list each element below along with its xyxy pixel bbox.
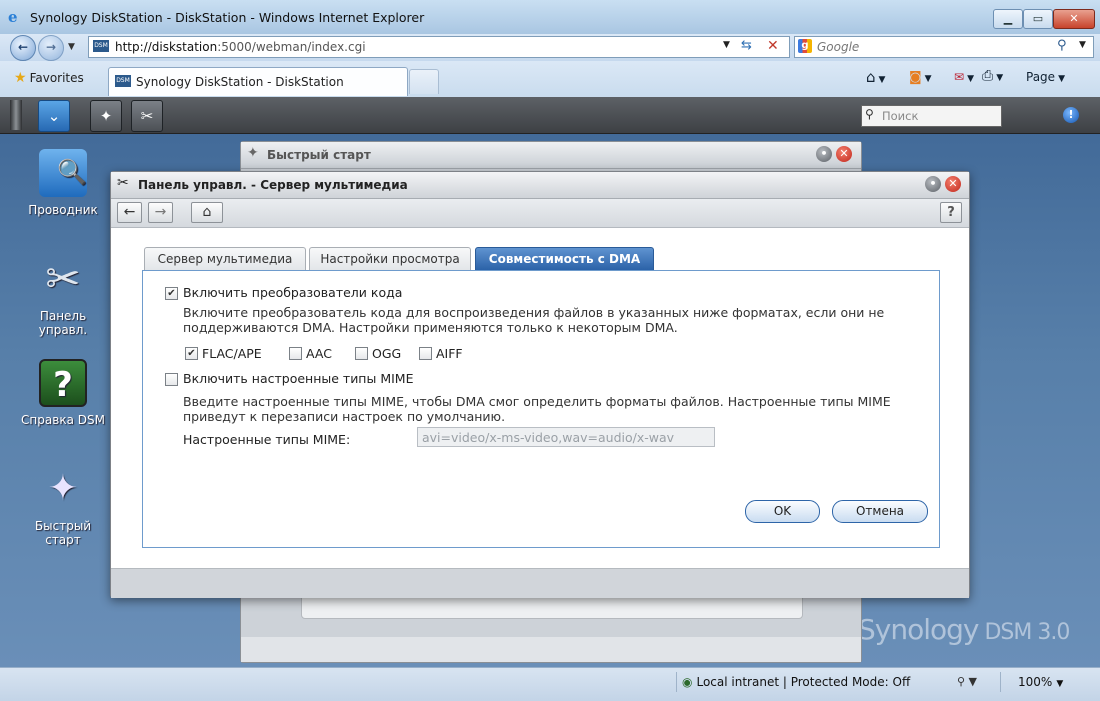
search-icon[interactable]: ⚲ [1057, 38, 1067, 53]
browser-status-bar: ◉ Local intranet | Protected Mode: Off ⚲ … [0, 667, 1100, 701]
quickstart-help-icon[interactable]: • [816, 146, 832, 162]
enable-transcoder-checkbox[interactable]: ✔ [165, 287, 178, 300]
dma-settings-panel: ✔ Включить преобразователи кода Включите… [142, 270, 940, 548]
address-bar[interactable]: DSM http://diskstation:5000/webman/index… [88, 36, 790, 58]
desktop-icon-dsm-help[interactable]: ? Справка DSM [20, 359, 106, 427]
taskbar-grip [10, 100, 22, 130]
main-menu-button[interactable]: ⌄ [38, 100, 70, 132]
magic-wand-icon: ✦ [47, 468, 79, 509]
close-window-button[interactable]: ✕ [1053, 9, 1095, 29]
history-dropdown-icon[interactable]: ▼ [68, 42, 75, 52]
control-panel-taskbar-icon[interactable]: ✂ [131, 100, 163, 132]
format-aac-label: AAC [306, 346, 332, 361]
window-close-icon[interactable]: ✕ [945, 176, 961, 192]
page-menu[interactable]: Page ▼ [1026, 70, 1065, 84]
forward-button[interactable]: → [38, 35, 64, 61]
quickstart-footer [241, 637, 861, 662]
back-arrow-icon[interactable]: ← [117, 202, 142, 223]
ie-logo-icon: e [8, 8, 18, 26]
zoom-level[interactable]: 100% ▼ [1018, 675, 1063, 689]
print-icon[interactable]: ⎙ ▼ [982, 68, 1003, 84]
desktop-icon-control-panel[interactable]: ✂ Панель управл. [20, 254, 106, 338]
control-panel-body: Сервер мультимедиа Настройки просмотра С… [111, 228, 969, 568]
site-favicon-icon: DSM [93, 40, 109, 52]
mail-icon[interactable]: ✉ ▼ [954, 70, 974, 84]
stop-icon[interactable]: ✕ [767, 38, 779, 54]
enable-mime-checkbox[interactable] [165, 373, 178, 386]
browser-nav-bar: ← → ▼ DSM http://diskstation:5000/webman… [0, 34, 1100, 61]
browser-tab-label: Synology DiskStation - DiskStation [136, 75, 344, 89]
dsm-search-input[interactable]: ⚲ Поиск [861, 105, 1002, 127]
transcoder-description: Включите преобразователь кода для воспро… [183, 305, 885, 335]
dsm-search-icon: ⚲ [865, 107, 874, 121]
format-aiff-label: AIFF [436, 346, 463, 361]
browser-title-bar: e Synology DiskStation - DiskStation - W… [0, 0, 1100, 35]
enable-transcoder-label: Включить преобразователи кода [183, 285, 403, 300]
dsm-desktop: ⌄ ✦ ✂ ⚲ Поиск ! Проводник ✂ Панель управ… [0, 97, 1100, 667]
protected-mode-icon[interactable]: ⚲ ▼ [957, 675, 977, 688]
home-icon[interactable]: ⌂ ▼ [866, 68, 885, 86]
mime-types-input[interactable]: avi=video/x-ms-video,wav=audio/x-wav [417, 427, 715, 447]
tab-favicon-icon: DSM [115, 75, 131, 87]
back-button[interactable]: ← [10, 35, 36, 61]
quickstart-wand-icon: ✦ [247, 145, 259, 161]
new-tab-button[interactable] [409, 69, 439, 94]
format-flac-ape-checkbox[interactable]: ✔ [185, 347, 198, 360]
tab-browse-settings[interactable]: Настройки просмотра [309, 247, 471, 270]
quickstart-close-icon[interactable]: ✕ [836, 146, 852, 162]
tools-icon: ✂ [45, 254, 81, 303]
ok-button[interactable]: OK [745, 500, 820, 523]
home-button-icon[interactable]: ⌂ [191, 202, 223, 223]
search-options-dropdown-icon[interactable]: ▼ [1079, 40, 1086, 50]
format-ogg-checkbox[interactable] [355, 347, 368, 360]
control-panel-window: ✂ Панель управл. - Сервер мультимедиа • … [110, 171, 970, 598]
folder-search-icon [39, 149, 87, 197]
refresh-icon[interactable]: ⇆ [741, 38, 752, 53]
favorites-button[interactable]: ★ Favorites [14, 70, 84, 86]
tab-dma-compatibility[interactable]: Совместимость с DMA [475, 247, 654, 270]
feeds-icon[interactable]: ◙ ▼ [909, 70, 932, 85]
status-separator [1000, 672, 1001, 692]
help-book-icon: ? [39, 359, 87, 407]
format-ogg-label: OGG [372, 346, 402, 361]
help-button-icon[interactable]: ? [940, 202, 962, 223]
cancel-button[interactable]: Отмена [832, 500, 928, 523]
format-aiff-checkbox[interactable] [419, 347, 432, 360]
window-title: Панель управл. - Сервер мультимедиа [138, 178, 408, 192]
enable-mime-label: Включить настроенные типы MIME [183, 371, 414, 386]
desktop-icon-quickstart[interactable]: ✦ Быстрый старт [20, 465, 106, 547]
notification-icon[interactable]: ! [1063, 107, 1079, 123]
browser-tab-active[interactable]: DSM Synology DiskStation - DiskStation [108, 67, 408, 96]
tab-media-server[interactable]: Сервер мультимедиа [144, 247, 306, 270]
favorites-star-icon: ★ [14, 70, 27, 86]
forward-arrow-icon[interactable]: → [148, 202, 173, 223]
synology-brand-logo: Synology DSM 3.0 [858, 613, 1070, 646]
browser-window-title: Synology DiskStation - DiskStation - Win… [30, 10, 425, 25]
format-flac-ape-label: FLAC/APE [202, 346, 262, 361]
window-help-icon[interactable]: • [925, 176, 941, 192]
address-dropdown-icon[interactable]: ▼ [723, 40, 730, 50]
control-panel-toolbar: ← → ⌂ ? [111, 199, 969, 228]
dsm-taskbar: ⌄ ✦ ✂ ⚲ Поиск ! [0, 97, 1100, 134]
google-icon: g [798, 39, 812, 53]
control-panel-title-bar: ✂ Панель управл. - Сервер мультимедиа • … [111, 172, 969, 199]
format-aac-checkbox[interactable] [289, 347, 302, 360]
control-panel-footer [111, 568, 969, 598]
security-zone[interactable]: ◉ Local intranet | Protected Mode: Off [682, 675, 910, 689]
maximize-button[interactable]: ▭ [1023, 9, 1053, 29]
browser-tab-bar: ★ Favorites DSM Synology DiskStation - Di… [0, 61, 1100, 98]
mime-description: Введите настроенные типы MIME, чтобы DMA… [183, 394, 891, 424]
status-separator [676, 672, 677, 692]
tools-title-icon: ✂ [117, 175, 129, 191]
desktop-icon-file-browser[interactable]: Проводник [20, 149, 106, 217]
search-box[interactable]: g Google ⚲ ▼ [794, 36, 1094, 58]
intranet-icon: ◉ [682, 675, 693, 689]
minimize-button[interactable]: ▁ [993, 9, 1023, 29]
quickstart-taskbar-icon[interactable]: ✦ [90, 100, 122, 132]
address-url[interactable]: http://diskstation:5000/webman/index.cgi [115, 40, 366, 54]
mime-field-label: Настроенные типы MIME: [183, 432, 351, 447]
quickstart-title-bar: ✦ Быстрый старт • ✕ [241, 142, 861, 169]
search-placeholder: Google [817, 40, 860, 54]
